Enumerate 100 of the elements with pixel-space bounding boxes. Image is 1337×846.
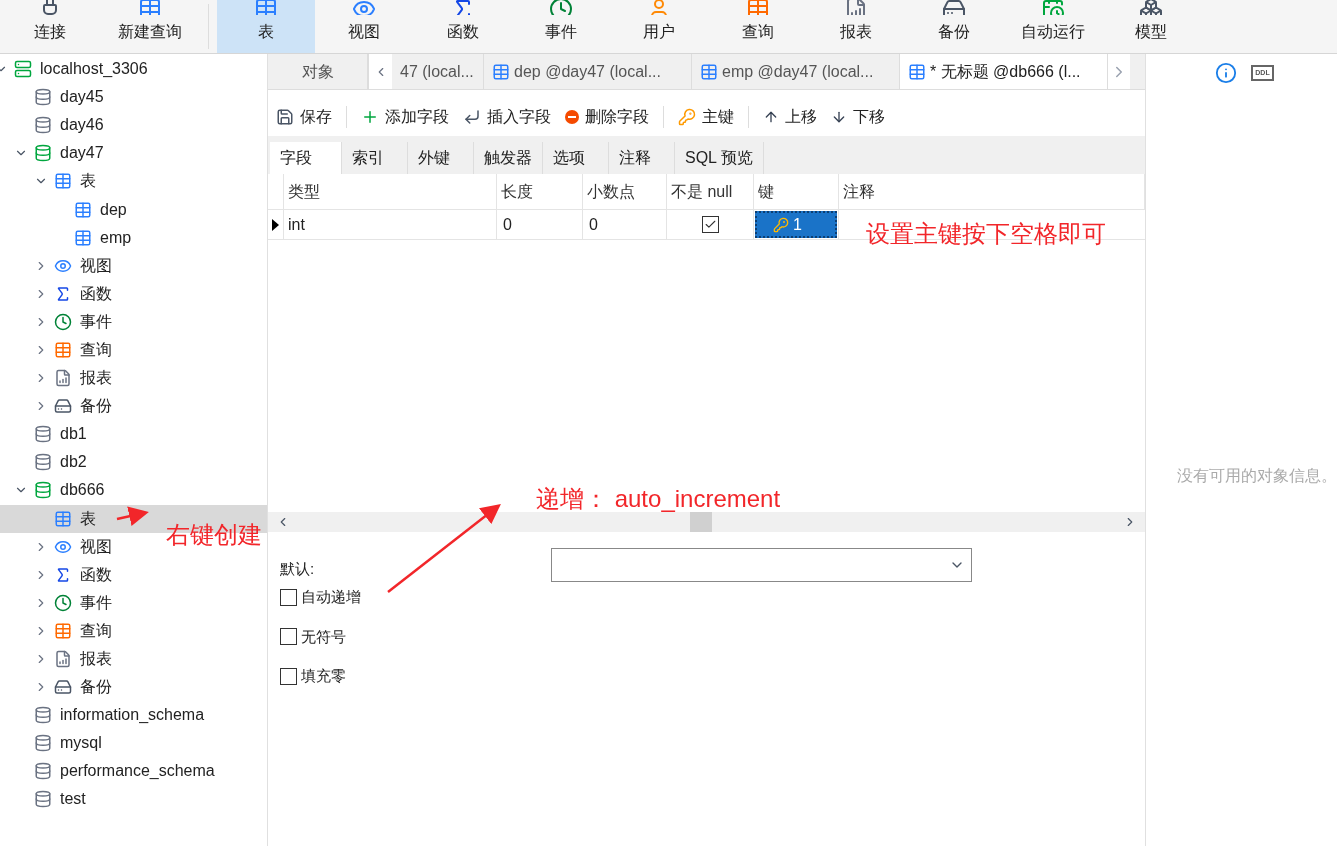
tree-item[interactable]: db2 [60, 450, 87, 475]
tree-row[interactable]: 事件 [0, 588, 116, 617]
database-icon [34, 88, 52, 107]
tree-row[interactable]: 查询 [0, 616, 116, 645]
toolbar-button[interactable]: 用户 [610, 0, 709, 53]
tree-item[interactable]: 表 [80, 169, 96, 194]
database-icon [34, 425, 52, 444]
toolbar-button[interactable]: 主键 [678, 105, 734, 129]
tree-item[interactable]: 查询 [80, 618, 112, 643]
tree-row[interactable]: day47 [0, 139, 108, 168]
tree-item[interactable]: test [60, 787, 86, 812]
toolbar-button[interactable]: 模型 [1101, 0, 1200, 53]
tree-item[interactable]: dep [100, 197, 127, 222]
database-icon [34, 706, 52, 725]
tab[interactable]: * 无标题 @db666 (l... [900, 54, 1108, 89]
tree-item[interactable]: 备份 [80, 675, 112, 700]
tree-row[interactable]: 表 [0, 167, 100, 196]
tree-item[interactable]: 事件 [80, 590, 112, 615]
column-header: 类型 [284, 174, 497, 209]
toolbar-button[interactable]: 添加字段 [361, 105, 449, 129]
tree-item[interactable]: information_schema [60, 703, 205, 728]
database-icon [34, 790, 52, 809]
info-icon[interactable] [1215, 62, 1238, 84]
tree-row[interactable]: 报表 [0, 364, 116, 393]
tree-item[interactable]: 函数 [80, 281, 112, 306]
tree-item[interactable]: 报表 [80, 647, 112, 671]
tree-item[interactable]: 查询 [80, 338, 112, 362]
tree-row[interactable]: 函数 [0, 279, 116, 308]
checkbox[interactable] [280, 588, 297, 606]
column-header: 键 [754, 174, 839, 209]
tree-row[interactable]: 视图 [0, 532, 116, 561]
tree-row[interactable]: localhost_3306 [0, 55, 152, 84]
tree-item[interactable]: performance_schema [60, 759, 215, 784]
tree-row[interactable]: db1 [0, 420, 91, 449]
tree-item[interactable]: localhost_3306 [40, 57, 148, 82]
tree-row[interactable]: information_schema [0, 701, 209, 730]
table-cell: int [284, 210, 497, 239]
database-icon [34, 762, 52, 781]
column-header: 长度 [497, 174, 583, 209]
empty-message: 没有可用的对象信息。 [1176, 466, 1337, 486]
report-icon [54, 369, 72, 388]
tree-row[interactable]: test [0, 785, 90, 814]
save-icon [276, 108, 294, 126]
table-icon [74, 200, 92, 219]
tree-item[interactable]: 表 [80, 506, 96, 531]
key-cell[interactable]: 1 [755, 211, 837, 238]
tree-row[interactable]: 事件 [0, 307, 116, 336]
tree-row[interactable]: 函数 [0, 560, 116, 589]
toolbar-button[interactable]: 新建查询 [100, 0, 200, 53]
tree-row[interactable]: mysql [0, 729, 106, 758]
toolbar-button[interactable]: 连接 [0, 0, 100, 53]
tree-row[interactable]: 备份 [0, 673, 116, 702]
tree-item[interactable]: db666 [60, 478, 105, 503]
toolbar-button[interactable]: 下移 [831, 105, 885, 129]
toolbar-button[interactable]: 函数 [413, 0, 512, 53]
tree-item[interactable]: 函数 [80, 562, 112, 587]
tree-item[interactable]: day46 [60, 113, 104, 138]
toolbar-button[interactable]: 表 [217, 0, 316, 53]
tree-item[interactable]: 视图 [80, 253, 112, 278]
toolbar-button[interactable]: 报表 [806, 0, 906, 53]
checkbox[interactable] [701, 216, 719, 233]
toolbar-button[interactable]: 事件 [511, 0, 611, 53]
tree-item[interactable]: day47 [60, 141, 104, 166]
tree-row[interactable]: 报表 [0, 644, 116, 674]
tree-row[interactable]: dep [0, 195, 131, 224]
tree-item[interactable]: emp [100, 225, 132, 250]
horizontal-scrollbar[interactable] [268, 512, 1145, 532]
tree-row[interactable]: performance_schema [0, 757, 219, 786]
toolbar-button[interactable]: 备份 [905, 0, 1004, 53]
toolbar-button[interactable]: 插入字段 [463, 105, 551, 129]
add-field-icon [361, 108, 379, 126]
toolbar-button[interactable]: 自动运行 [1003, 0, 1102, 53]
delete-field-icon [565, 110, 579, 124]
tree-row[interactable]: 备份 [0, 392, 116, 421]
toolbar-button[interactable]: 保存 [276, 105, 332, 129]
tree-row[interactable]: emp [0, 223, 136, 252]
tree-item[interactable]: 报表 [80, 366, 112, 391]
default-dropdown[interactable] [551, 548, 972, 582]
scrollbar-thumb[interactable] [690, 512, 712, 532]
tree-row[interactable]: 视图 [0, 251, 116, 280]
tree-item[interactable]: day45 [60, 85, 104, 110]
toolbar-button[interactable]: 上移 [763, 105, 817, 129]
checkbox-label: 无符号 [301, 626, 346, 647]
tree-item[interactable]: 视图 [80, 534, 112, 559]
tree-row[interactable]: db666 [0, 476, 109, 505]
tab[interactable]: 字段 [270, 142, 342, 174]
tree-item[interactable]: db1 [60, 422, 87, 447]
tree-item[interactable]: 备份 [80, 394, 112, 419]
checkbox[interactable] [280, 628, 297, 646]
arrow [116, 506, 149, 526]
tree-row[interactable]: day45 [0, 83, 108, 112]
checkbox[interactable] [280, 667, 297, 685]
toolbar-button[interactable]: 视图 [315, 0, 414, 53]
toolbar-button[interactable]: 查询 [708, 0, 807, 53]
tree-row[interactable]: day46 [0, 111, 108, 140]
tree-item[interactable]: mysql [60, 731, 102, 756]
tree-row[interactable]: 查询 [0, 335, 116, 365]
tree-row[interactable]: db2 [0, 448, 91, 477]
tree-item[interactable]: 事件 [80, 309, 112, 334]
toolbar-button[interactable]: 删除字段 [565, 105, 649, 129]
